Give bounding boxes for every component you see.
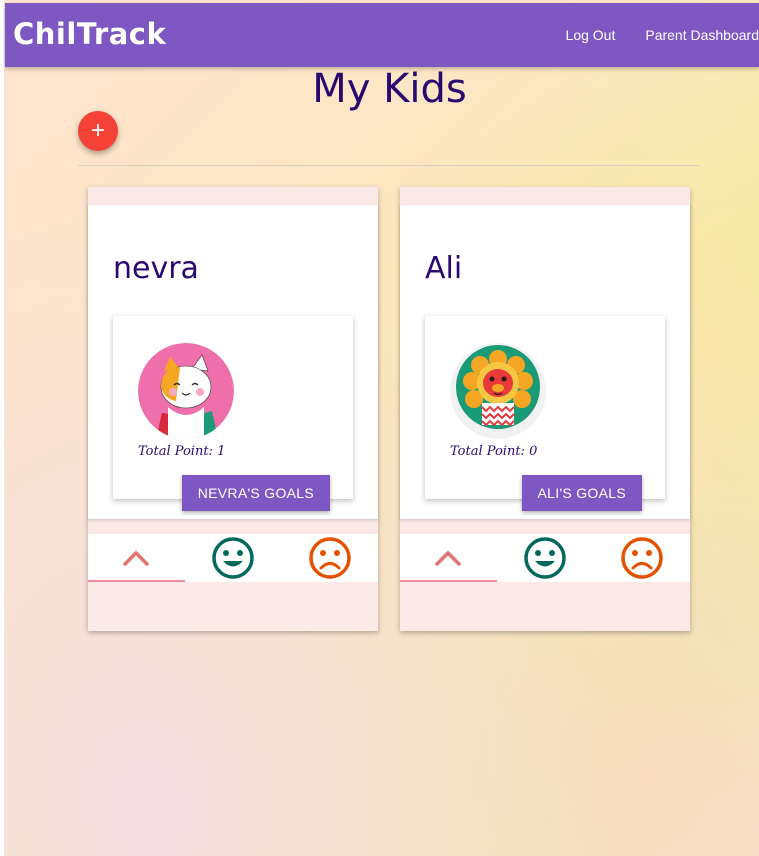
mood-tabs [88, 534, 378, 582]
tab-happy[interactable] [497, 534, 594, 582]
kid-info-panel: Total Point: 0 ALI'S GOALS [425, 316, 665, 511]
page-title: My Kids [312, 66, 467, 112]
chevron-up-icon [435, 550, 462, 566]
kid-card-body: Ali Total Point: 0 ALI'S GOALS [400, 205, 690, 519]
add-kid-button[interactable]: + [78, 111, 118, 151]
total-points: Total Point: 0 [450, 444, 538, 459]
tab-sad[interactable] [281, 534, 378, 582]
cat-avatar-icon [138, 343, 234, 439]
nav-links: Log Out Parent Dashboard [536, 3, 759, 67]
kid-name: Ali [425, 251, 463, 286]
tab-sad[interactable] [593, 534, 690, 582]
window-edge [0, 0, 5, 856]
sad-face-icon [620, 537, 663, 579]
divider [78, 165, 700, 166]
total-points: Total Point: 1 [138, 444, 226, 459]
tab-happy[interactable] [185, 534, 282, 582]
parent-dashboard-link[interactable]: Parent Dashboard [615, 27, 759, 43]
chevron-up-icon [123, 550, 150, 566]
brand-logo[interactable]: ChilTrack [13, 17, 166, 51]
happy-face-icon [524, 537, 566, 579]
tab-collapse[interactable] [400, 534, 497, 582]
kid-card-body: nevra Total Point: 1 NEVRA'S GOALS [88, 205, 378, 519]
kid-goals-button[interactable]: NEVRA'S GOALS [181, 475, 330, 511]
tab-collapse[interactable] [88, 534, 185, 582]
kid-card: Ali Total Point: 0 ALI'S GOALS [400, 187, 690, 631]
mood-tabs [400, 534, 690, 582]
lion-avatar-icon [450, 343, 546, 439]
kid-goals-button[interactable]: ALI'S GOALS [521, 475, 642, 511]
kid-info-panel: Total Point: 1 NEVRA'S GOALS [113, 316, 353, 511]
sad-face-icon [308, 537, 351, 579]
logout-link[interactable]: Log Out [536, 27, 616, 43]
kid-name: nevra [113, 251, 199, 286]
navbar: ChilTrack Log Out Parent Dashboard [5, 3, 759, 67]
kid-card: nevra Total Point: 1 NEVRA'S GOALS [88, 187, 378, 631]
happy-face-icon [212, 537, 254, 579]
